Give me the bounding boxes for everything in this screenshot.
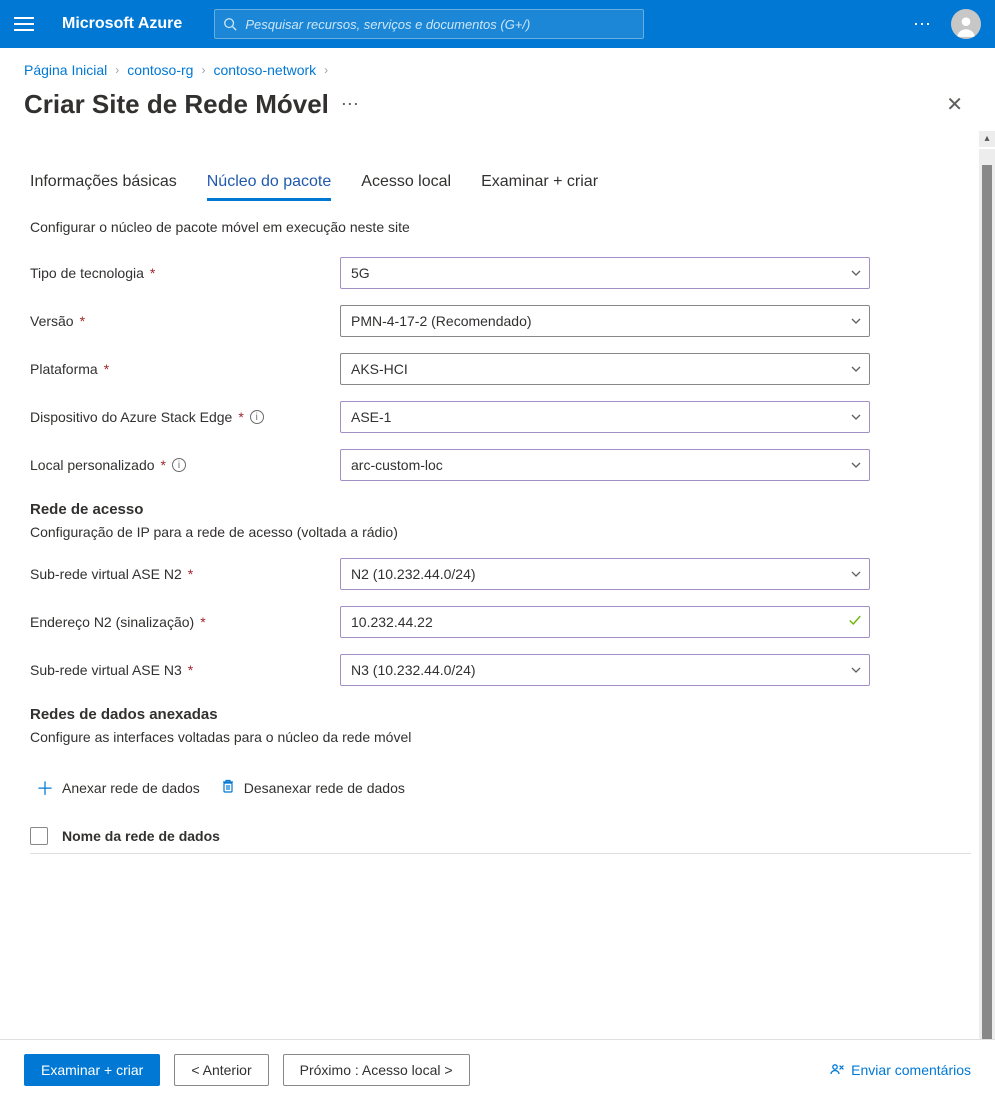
tab-review[interactable]: Examinar + criar bbox=[481, 167, 598, 201]
label-platform: Plataforma* bbox=[30, 361, 340, 377]
select-n3-subnet[interactable]: N3 (10.232.44.0/24) bbox=[340, 654, 870, 686]
access-network-desc: Configuração de IP para a rede de acesso… bbox=[30, 524, 971, 540]
attach-datanet-button[interactable]: ＋ Anexar rede de dados bbox=[36, 775, 200, 801]
datanet-title: Redes de dados anexadas bbox=[30, 706, 971, 723]
access-network-title: Rede de acesso bbox=[30, 501, 971, 518]
info-icon[interactable]: i bbox=[172, 458, 186, 472]
select-value: PMN-4-17-2 (Recomendado) bbox=[351, 313, 532, 329]
chevron-right-icon: › bbox=[115, 63, 119, 77]
select-version[interactable]: PMN-4-17-2 (Recomendado) bbox=[340, 305, 870, 337]
input-value: 10.232.44.22 bbox=[351, 614, 433, 630]
topbar: Microsoft Azure ⋯ bbox=[0, 0, 995, 48]
select-value: AKS-HCI bbox=[351, 361, 408, 377]
label-ase-device: Dispositivo do Azure Stack Edge * i bbox=[30, 409, 340, 425]
breadcrumb-home[interactable]: Página Inicial bbox=[24, 62, 107, 78]
chevron-right-icon: › bbox=[324, 63, 328, 77]
input-n2-address[interactable]: 10.232.44.22 bbox=[340, 606, 870, 638]
menu-icon[interactable] bbox=[14, 11, 40, 37]
brand-label: Microsoft Azure bbox=[62, 15, 182, 33]
chevron-down-icon bbox=[850, 315, 862, 327]
chevron-right-icon: › bbox=[201, 63, 205, 77]
next-button[interactable]: Próximo : Acesso local > bbox=[283, 1054, 470, 1086]
tabs: Informações básicas Núcleo do pacote Ace… bbox=[30, 167, 971, 201]
tab-local-access[interactable]: Acesso local bbox=[361, 167, 451, 201]
global-search[interactable] bbox=[214, 9, 644, 39]
search-input[interactable] bbox=[245, 17, 635, 32]
title-row: Criar Site de Rede Móvel ⋯ ✕ bbox=[0, 84, 995, 131]
chevron-down-icon bbox=[850, 267, 862, 279]
label-n3-subnet: Sub-rede virtual ASE N3 * bbox=[30, 662, 340, 678]
title-more-icon[interactable]: ⋯ bbox=[341, 94, 361, 115]
info-icon[interactable]: i bbox=[250, 410, 264, 424]
chevron-down-icon bbox=[850, 411, 862, 423]
section-description: Configurar o núcleo de pacote móvel em e… bbox=[30, 219, 971, 235]
label-n2-address: Endereço N2 (sinalização) * bbox=[30, 614, 340, 630]
datanet-desc: Configure as interfaces voltadas para o … bbox=[30, 729, 971, 745]
review-create-button[interactable]: Examinar + criar bbox=[24, 1054, 160, 1086]
plus-icon: ＋ bbox=[36, 775, 54, 801]
select-all-checkbox[interactable] bbox=[30, 827, 48, 845]
select-value: 5G bbox=[351, 265, 370, 281]
scrollbar[interactable]: ▴ ▾ bbox=[979, 149, 995, 1049]
label-custom-location: Local personalizado* i bbox=[30, 457, 340, 473]
label-version: Versão * bbox=[30, 313, 340, 329]
feedback-link[interactable]: Enviar comentários bbox=[829, 1062, 971, 1078]
detach-datanet-button[interactable]: Desanexar rede de dados bbox=[220, 778, 405, 799]
datanet-table-header: Nome da rede de dados bbox=[30, 819, 971, 854]
column-name: Nome da rede de dados bbox=[62, 828, 220, 844]
select-value: N2 (10.232.44.0/24) bbox=[351, 566, 476, 582]
chevron-down-icon bbox=[850, 568, 862, 580]
scroll-thumb[interactable] bbox=[982, 149, 992, 165]
more-icon[interactable]: ⋯ bbox=[913, 14, 933, 35]
breadcrumb: Página Inicial › contoso-rg › contoso-ne… bbox=[0, 48, 995, 84]
select-value: ASE-1 bbox=[351, 409, 391, 425]
label-n2-subnet: Sub-rede virtual ASE N2 * bbox=[30, 566, 340, 582]
breadcrumb-rg[interactable]: contoso-rg bbox=[127, 62, 193, 78]
select-n2-subnet[interactable]: N2 (10.232.44.0/24) bbox=[340, 558, 870, 590]
detach-label: Desanexar rede de dados bbox=[244, 780, 405, 796]
feedback-label: Enviar comentários bbox=[851, 1062, 971, 1078]
attach-label: Anexar rede de dados bbox=[62, 780, 200, 796]
trash-icon bbox=[220, 778, 236, 799]
select-platform[interactable]: AKS-HCI bbox=[340, 353, 870, 385]
chevron-down-icon bbox=[850, 363, 862, 375]
scroll-up-icon[interactable]: ▴ bbox=[979, 133, 995, 144]
form-content: Informações básicas Núcleo do pacote Ace… bbox=[0, 131, 995, 1049]
close-icon[interactable]: ✕ bbox=[938, 88, 971, 121]
label-tech: Tipo de tecnologia * bbox=[30, 265, 340, 281]
select-custom-location[interactable]: arc-custom-loc bbox=[340, 449, 870, 481]
feedback-icon bbox=[829, 1062, 845, 1078]
avatar[interactable] bbox=[951, 9, 981, 39]
previous-button[interactable]: < Anterior bbox=[174, 1054, 268, 1086]
chevron-down-icon bbox=[850, 664, 862, 676]
check-icon bbox=[848, 614, 862, 631]
select-value: arc-custom-loc bbox=[351, 457, 443, 473]
tab-basics[interactable]: Informações básicas bbox=[30, 167, 177, 201]
select-ase-device[interactable]: ASE-1 bbox=[340, 401, 870, 433]
breadcrumb-network[interactable]: contoso-network bbox=[213, 62, 316, 78]
tab-packet-core[interactable]: Núcleo do pacote bbox=[207, 167, 332, 201]
footer: Examinar + criar < Anterior Próximo : Ac… bbox=[0, 1039, 995, 1100]
page-title: Criar Site de Rede Móvel bbox=[24, 89, 329, 120]
select-value: N3 (10.232.44.0/24) bbox=[351, 662, 476, 678]
chevron-down-icon bbox=[850, 459, 862, 471]
search-icon bbox=[223, 17, 237, 31]
select-technology[interactable]: 5G bbox=[340, 257, 870, 289]
